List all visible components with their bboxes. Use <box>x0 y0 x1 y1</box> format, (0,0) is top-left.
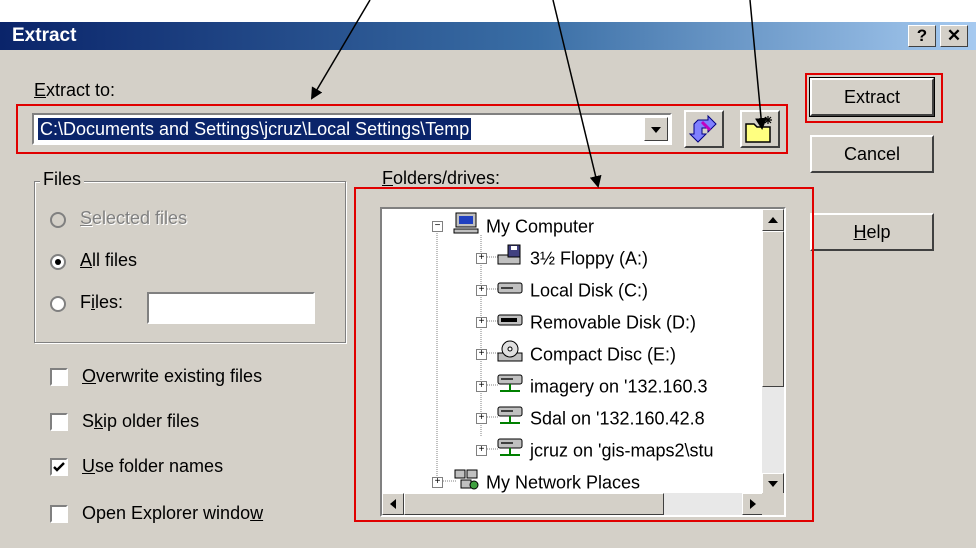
checkmark-icon <box>53 462 65 472</box>
scroll-left-icon[interactable] <box>382 493 404 515</box>
horizontal-scrollbar[interactable] <box>382 493 764 515</box>
close-button[interactable]: ✕ <box>940 25 968 47</box>
expand-icon[interactable]: + <box>476 285 487 296</box>
expand-icon[interactable]: + <box>476 349 487 360</box>
skip-older-checkbox[interactable] <box>50 413 68 431</box>
computer-icon <box>452 211 480 244</box>
cancel-button[interactable]: Cancel <box>810 135 934 173</box>
tree-item-label: Local Disk (C:) <box>530 280 649 301</box>
help-button[interactable]: Help <box>810 213 934 251</box>
expand-icon[interactable]: + <box>476 445 487 456</box>
extract-button[interactable]: Extract <box>809 77 935 117</box>
collapse-icon[interactable]: − <box>432 221 443 232</box>
overwrite-checkbox[interactable] <box>50 368 68 386</box>
network-drive-icon <box>496 403 524 436</box>
tree-item-label: My Network Places <box>486 472 641 493</box>
files-group-title: Files <box>40 169 85 190</box>
expand-icon[interactable]: + <box>476 381 487 392</box>
use-folder-names-label: Use folder names <box>82 456 224 476</box>
extract-path-text: C:\Documents and Settings\jcruz\Local Se… <box>38 118 472 140</box>
open-explorer-label: Open Explorer window <box>82 503 264 523</box>
expand-icon[interactable]: + <box>476 317 487 328</box>
files-radio[interactable] <box>50 296 66 312</box>
files-pattern-input[interactable] <box>147 292 315 324</box>
tree-item-label: Compact Disc (E:) <box>530 344 677 365</box>
tree-item[interactable]: Local Disk (C:) <box>496 275 648 305</box>
tree-item[interactable]: imagery on '132.160.3 <box>496 371 708 401</box>
extract-to-label: Extract to: <box>34 80 116 100</box>
open-explorer-checkbox[interactable] <box>50 505 68 523</box>
expand-icon[interactable]: + <box>476 253 487 264</box>
scroll-right-icon[interactable] <box>742 493 764 515</box>
tree-item-label: jcruz on 'gis-maps2\stu <box>530 440 714 461</box>
expand-icon[interactable]: + <box>476 413 487 424</box>
new-folder-icon <box>745 116 772 143</box>
new-folder-button[interactable] <box>740 110 780 148</box>
vertical-scroll-thumb[interactable] <box>762 231 784 387</box>
browse-refresh-button[interactable] <box>684 110 724 148</box>
tree-item[interactable]: Sdal on '132.160.42.8 <box>496 403 705 433</box>
tree-item[interactable]: Compact Disc (E:) <box>496 339 676 369</box>
horizontal-scroll-thumb[interactable] <box>404 493 664 515</box>
extract-to-combobox[interactable]: C:\Documents and Settings\jcruz\Local Se… <box>32 113 672 145</box>
floppy-drive-icon <box>496 243 524 276</box>
scrollbar-corner <box>762 493 784 515</box>
folder-tree[interactable]: − My Computer +3½ Floppy (A:) + Local Disk (… <box>380 207 786 517</box>
title-bar[interactable]: Extract ? ✕ <box>0 22 976 50</box>
selected-files-radio[interactable] <box>50 212 66 228</box>
annotation-area <box>0 0 976 22</box>
selected-files-label: Selected files <box>80 208 188 228</box>
tree-item-label: 3½ Floppy (A:) <box>530 248 649 269</box>
tree-item-label: My Computer <box>486 216 595 237</box>
dropdown-arrow-icon[interactable] <box>644 117 668 141</box>
extract-dialog: Extract ? ✕ Extract to: C:\Documents and… <box>0 0 976 548</box>
network-drive-icon <box>496 371 524 404</box>
all-files-label: All files <box>80 250 138 270</box>
all-files-radio[interactable] <box>50 254 66 270</box>
files-radio-label: Files: <box>80 292 124 312</box>
refresh-arrow-icon <box>688 114 717 143</box>
help-title-button[interactable]: ? <box>908 25 936 47</box>
hard-disk-icon <box>496 275 524 308</box>
tree-item[interactable]: Removable Disk (D:) <box>496 307 696 337</box>
window-title: Extract <box>12 25 77 46</box>
expand-icon[interactable]: + <box>432 477 443 488</box>
use-folder-names-checkbox[interactable] <box>50 458 68 476</box>
tree-item[interactable]: jcruz on 'gis-maps2\stu <box>496 435 714 465</box>
network-drive-icon <box>496 435 524 468</box>
tree-item-label: Removable Disk (D:) <box>530 312 697 333</box>
scroll-up-icon[interactable] <box>762 209 784 231</box>
cd-drive-icon <box>496 339 524 372</box>
removable-disk-icon <box>496 307 524 340</box>
overwrite-label: Overwrite existing files <box>82 366 263 386</box>
tree-item[interactable]: My Computer <box>452 211 594 241</box>
folders-drives-label: Folders/drives: <box>382 168 501 188</box>
tree-item-label: imagery on '132.160.3 <box>530 376 708 397</box>
vertical-scrollbar[interactable] <box>762 209 784 495</box>
skip-older-label: Skip older files <box>82 411 200 431</box>
scroll-down-icon[interactable] <box>762 473 784 495</box>
tree-item-label: Sdal on '132.160.42.8 <box>530 408 705 429</box>
tree-item[interactable]: 3½ Floppy (A:) <box>496 243 648 273</box>
